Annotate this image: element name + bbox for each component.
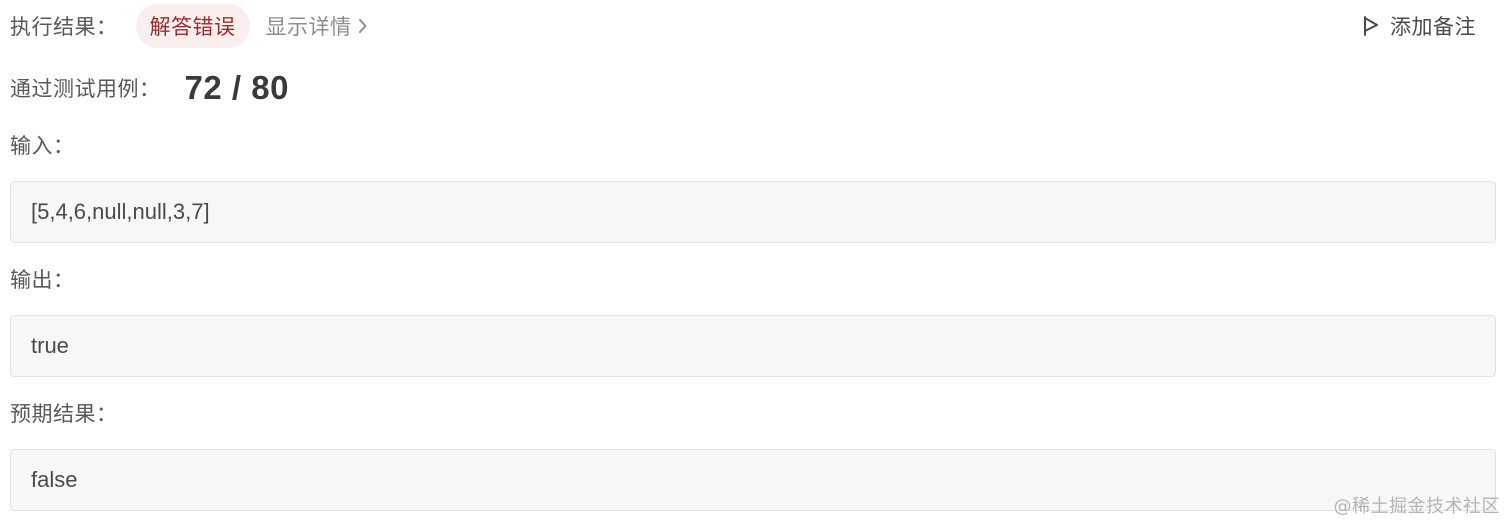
input-value: [5,4,6,null,null,3,7] (31, 199, 210, 224)
chevron-right-icon (358, 18, 368, 34)
input-value-box: [5,4,6,null,null,3,7] (10, 181, 1496, 243)
add-note-button[interactable]: 添加备注 (1362, 8, 1476, 44)
expected-section-label-row: 预期结果： (10, 398, 118, 428)
show-details-label: 显示详情 (265, 15, 352, 39)
watermark: @稀土掘金技术社区 (1333, 496, 1500, 517)
expected-label: 预期结果： (10, 402, 118, 426)
status-text: 解答错误 (149, 15, 236, 39)
expected-value-box: false (10, 449, 1496, 511)
expected-value: false (31, 467, 78, 492)
result-label: 执行结果： (10, 15, 118, 39)
input-section-label-row: 输入： (10, 130, 75, 160)
result-row: 执行结果： 解答错误 显示详情 (10, 4, 368, 48)
show-details-link[interactable]: 显示详情 (266, 11, 368, 41)
output-label: 输出： (10, 268, 75, 292)
status-badge: 解答错误 (135, 4, 250, 48)
add-note-label: 添加备注 (1390, 15, 1476, 39)
input-label: 输入： (10, 134, 75, 158)
passed-tests-row: 通过测试用例： 72 / 80 (10, 66, 289, 110)
output-section-label-row: 输出： (10, 264, 75, 294)
output-value-box: true (10, 315, 1496, 377)
flag-icon (1362, 15, 1380, 37)
passed-label: 通过测试用例： (10, 77, 161, 101)
submission-result-panel: 执行结果： 解答错误 显示详情 添加备注 通过测试用例： 72 / 80 输入： (0, 0, 1512, 524)
output-value: true (31, 333, 69, 358)
passed-count: 72 / 80 (184, 69, 289, 106)
